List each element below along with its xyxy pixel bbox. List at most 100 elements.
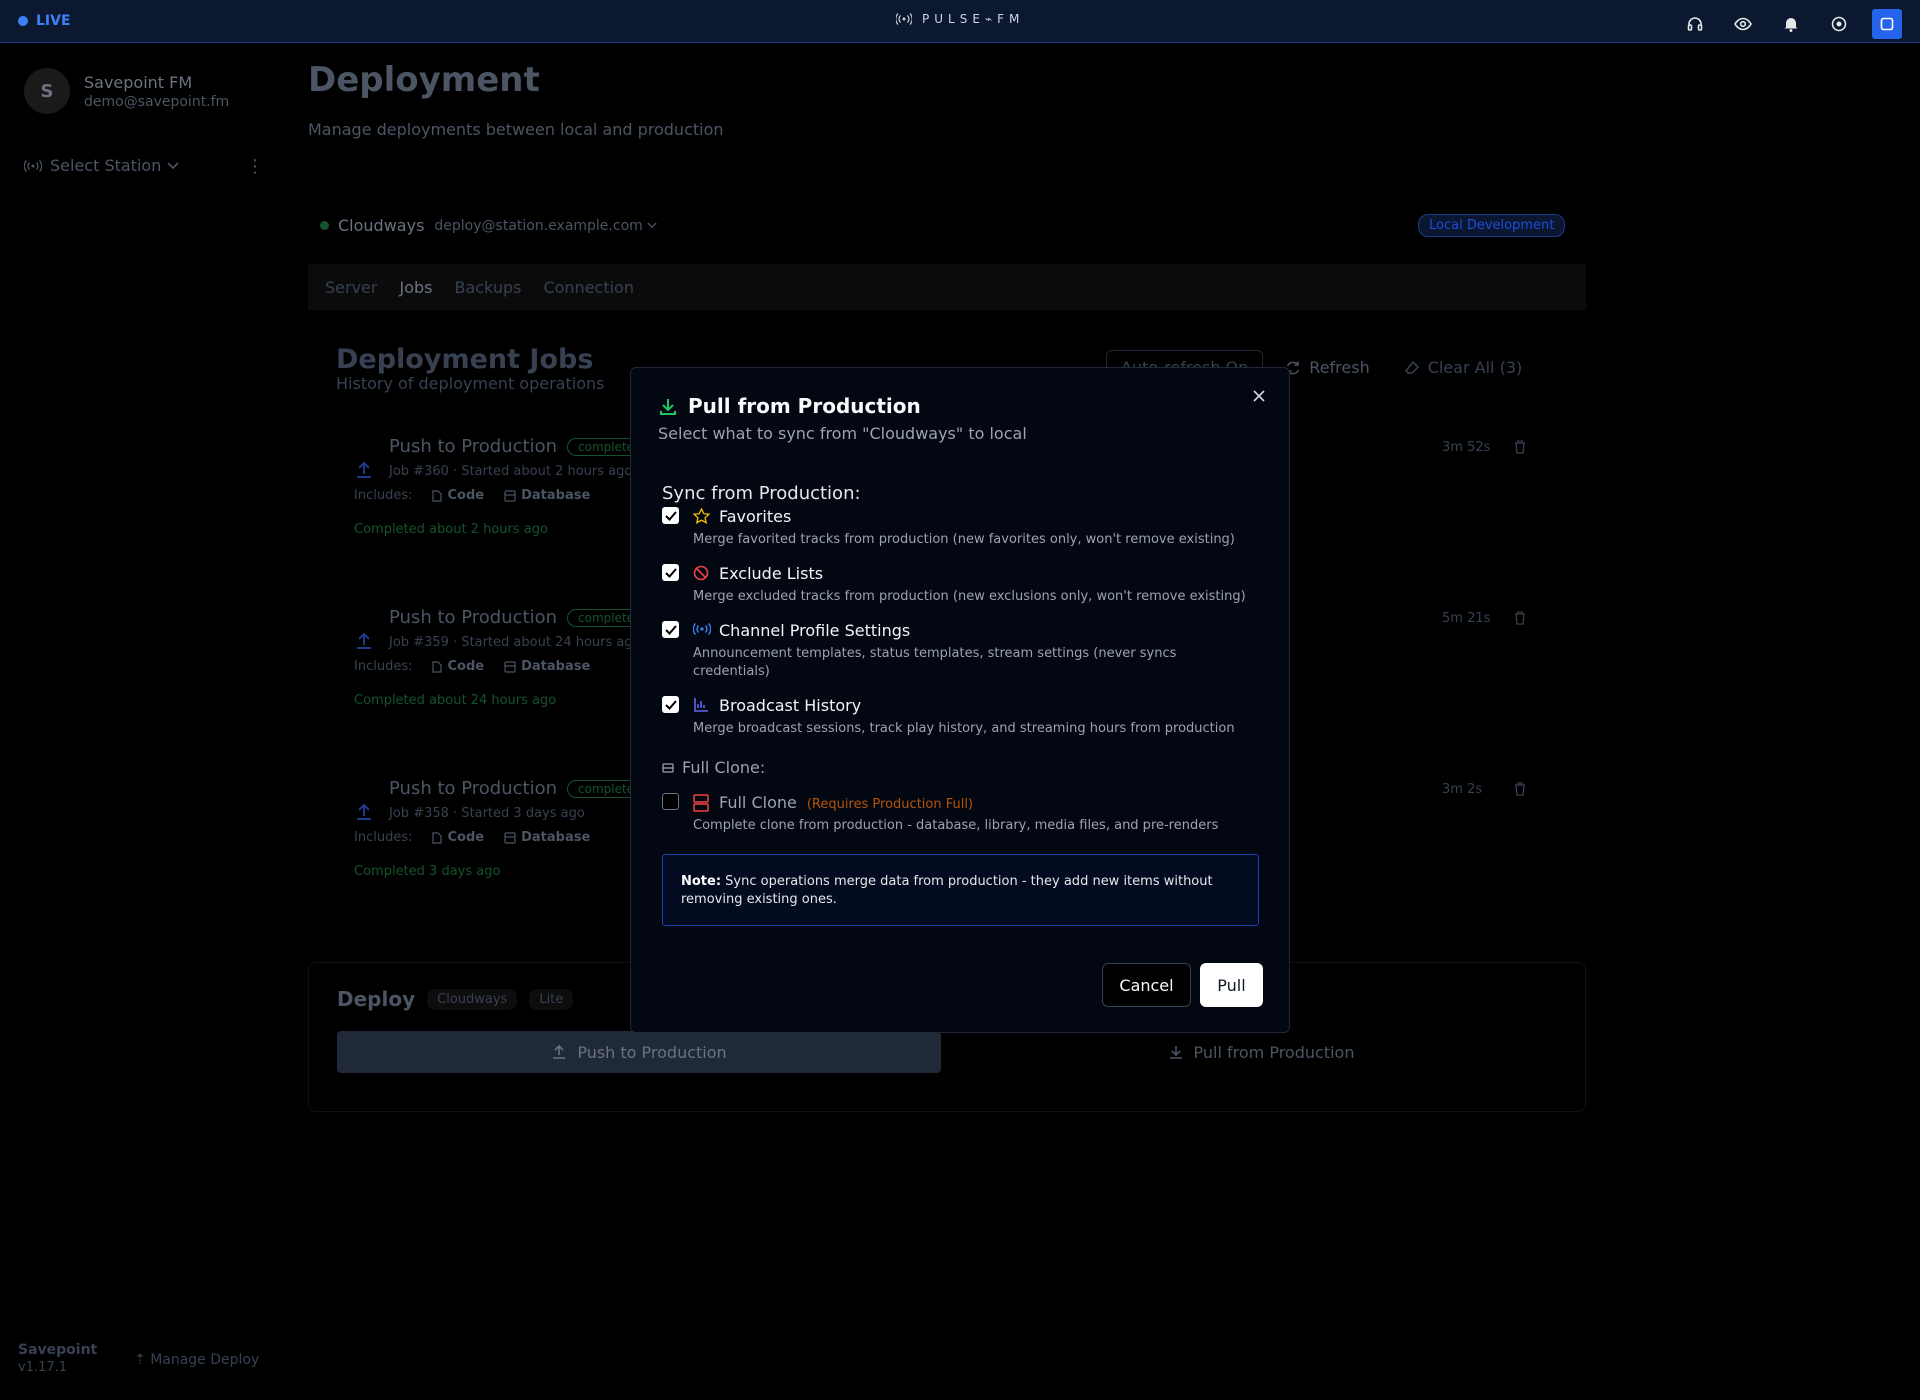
full-clone-section-label: Full Clone:: [682, 758, 766, 777]
page-title: Deployment: [308, 60, 540, 100]
station-select[interactable]: Select Station: [24, 156, 179, 175]
dialog-subtitle: Select what to sync from "Cloudways" to …: [658, 424, 1027, 443]
option-label: Favorites: [719, 507, 792, 526]
full-clone-checkbox[interactable]: [662, 793, 679, 810]
include-code: Code: [432, 659, 484, 674]
live-label: LIVE: [36, 13, 71, 29]
profile-email: demo@savepoint.fm: [84, 93, 230, 110]
job-title: Push to Production: [389, 607, 558, 628]
station-select-label: Select Station: [50, 156, 162, 175]
deploy-mode-chip: Lite: [529, 988, 574, 1010]
option-label: Channel Profile Settings: [719, 621, 911, 640]
eye-icon[interactable]: [1728, 9, 1758, 39]
connection-name: Cloudways: [338, 216, 425, 235]
option-label: Broadcast History: [719, 696, 862, 715]
environment-badge: Local Development: [1418, 214, 1566, 237]
tab-jobs[interactable]: Jobs: [399, 278, 432, 297]
option-description: Merge broadcast sessions, track play his…: [693, 721, 1235, 736]
note-text: Sync operations merge data from producti…: [681, 874, 1213, 907]
clear-all-label: Clear All (3): [1427, 358, 1523, 377]
push-to-production-button[interactable]: Push to Production: [337, 1031, 941, 1073]
database-icon: [662, 762, 674, 773]
tab-backups[interactable]: Backups: [454, 278, 521, 297]
favorites-checkbox[interactable]: [662, 507, 679, 524]
app-name: Savepoint: [18, 1342, 98, 1358]
ban-icon: [693, 565, 709, 581]
include-database: Database: [504, 488, 590, 503]
headphones-icon[interactable]: [1680, 9, 1710, 39]
database-icon: [504, 831, 516, 844]
option-description: Merge excluded tracks from production (n…: [693, 589, 1246, 604]
job-duration: 3m 2s: [1442, 782, 1483, 797]
eraser-icon: [1404, 360, 1419, 374]
channel-profile-checkbox[interactable]: [662, 621, 679, 638]
job-duration: 5m 21s: [1442, 611, 1491, 626]
dialog-title: Pull from Production: [688, 394, 921, 418]
includes-label: Includes:: [354, 488, 413, 503]
check-icon: [664, 510, 677, 521]
job-meta: Job #360 · Started about 2 hours ago: [389, 464, 633, 479]
upload-icon: [357, 803, 371, 820]
exclude-lists-checkbox[interactable]: [662, 564, 679, 581]
sidebar-profile[interactable]: S Savepoint FM demo@savepoint.fm: [24, 68, 229, 114]
cancel-button[interactable]: Cancel: [1102, 963, 1191, 1007]
jobs-title: Deployment Jobs: [336, 344, 594, 375]
manage-deploy-link[interactable]: ⇡ Manage Deploy: [134, 1352, 259, 1368]
push-label: Push to Production: [577, 1042, 727, 1062]
trash-icon[interactable]: [1514, 611, 1526, 625]
chevron-down-icon: [167, 161, 179, 169]
option-description: Complete clone from production - databas…: [693, 818, 1219, 833]
pull-label: Pull from Production: [1193, 1042, 1355, 1062]
tab-server[interactable]: Server: [325, 278, 377, 297]
refresh-button[interactable]: Refresh: [1285, 358, 1370, 377]
check-icon: [664, 567, 677, 578]
pull-dialog: Pull from Production Select what to sync…: [630, 367, 1290, 1033]
job-completed: Completed 3 days ago: [354, 864, 501, 879]
connection-selector[interactable]: Cloudways deploy@station.example.com: [320, 216, 657, 235]
top-bar: LIVE PULSE⌁FM: [0, 0, 1920, 43]
file-icon: [432, 831, 443, 844]
close-icon[interactable]: [1247, 384, 1271, 408]
record-icon[interactable]: [1824, 9, 1854, 39]
info-note: Note: Sync operations merge data from pr…: [662, 854, 1259, 926]
kebab-menu-icon[interactable]: ⋮: [246, 156, 264, 177]
brand-logo: PULSE⌁FM: [896, 12, 1024, 26]
square-icon[interactable]: [1872, 9, 1902, 39]
pull-button[interactable]: Pull: [1200, 963, 1263, 1007]
tab-bar: Server Jobs Backups Connection: [308, 264, 1586, 310]
requirement-label: (Requires Production Full): [806, 797, 974, 812]
bell-icon[interactable]: [1776, 9, 1806, 39]
job-completed: Completed about 2 hours ago: [354, 522, 548, 537]
avatar: S: [24, 68, 70, 114]
server-icon: [693, 794, 709, 812]
star-icon: [693, 508, 710, 524]
sync-section-label: Sync from Production:: [662, 483, 861, 504]
includes-label: Includes:: [354, 659, 413, 674]
broadcast-icon: [693, 623, 711, 635]
jobs-subtitle: History of deployment operations: [336, 374, 605, 393]
full-clone-section: Full Clone:: [662, 758, 765, 777]
job-completed: Completed about 24 hours ago: [354, 693, 557, 708]
job-title: Push to Production: [389, 436, 558, 457]
refresh-label: Refresh: [1309, 358, 1370, 377]
broadcast-history-checkbox[interactable]: [662, 696, 679, 713]
deploy-target-chip: Cloudways: [427, 988, 518, 1010]
upload-icon: ⇡: [134, 1352, 151, 1368]
trash-icon[interactable]: [1514, 782, 1526, 796]
broadcast-icon: [24, 159, 42, 172]
clear-all-button[interactable]: Clear All (3): [1404, 358, 1523, 377]
job-meta: Job #359 · Started about 24 hours ago: [389, 635, 641, 650]
status-dot-icon: [320, 221, 329, 230]
tab-connection[interactable]: Connection: [543, 278, 634, 297]
upload-icon: [357, 461, 371, 478]
file-icon: [432, 660, 443, 673]
upload-icon: [357, 632, 371, 649]
page-subtitle: Manage deployments between local and pro…: [308, 120, 724, 139]
connection-email: deploy@station.example.com: [434, 217, 643, 234]
pull-from-production-button[interactable]: Pull from Production: [959, 1031, 1563, 1073]
file-icon: [432, 489, 443, 502]
option-description: Merge favorited tracks from production (…: [693, 532, 1235, 547]
trash-icon[interactable]: [1514, 440, 1526, 454]
include-database: Database: [504, 830, 590, 845]
bar-chart-icon: [694, 698, 708, 712]
